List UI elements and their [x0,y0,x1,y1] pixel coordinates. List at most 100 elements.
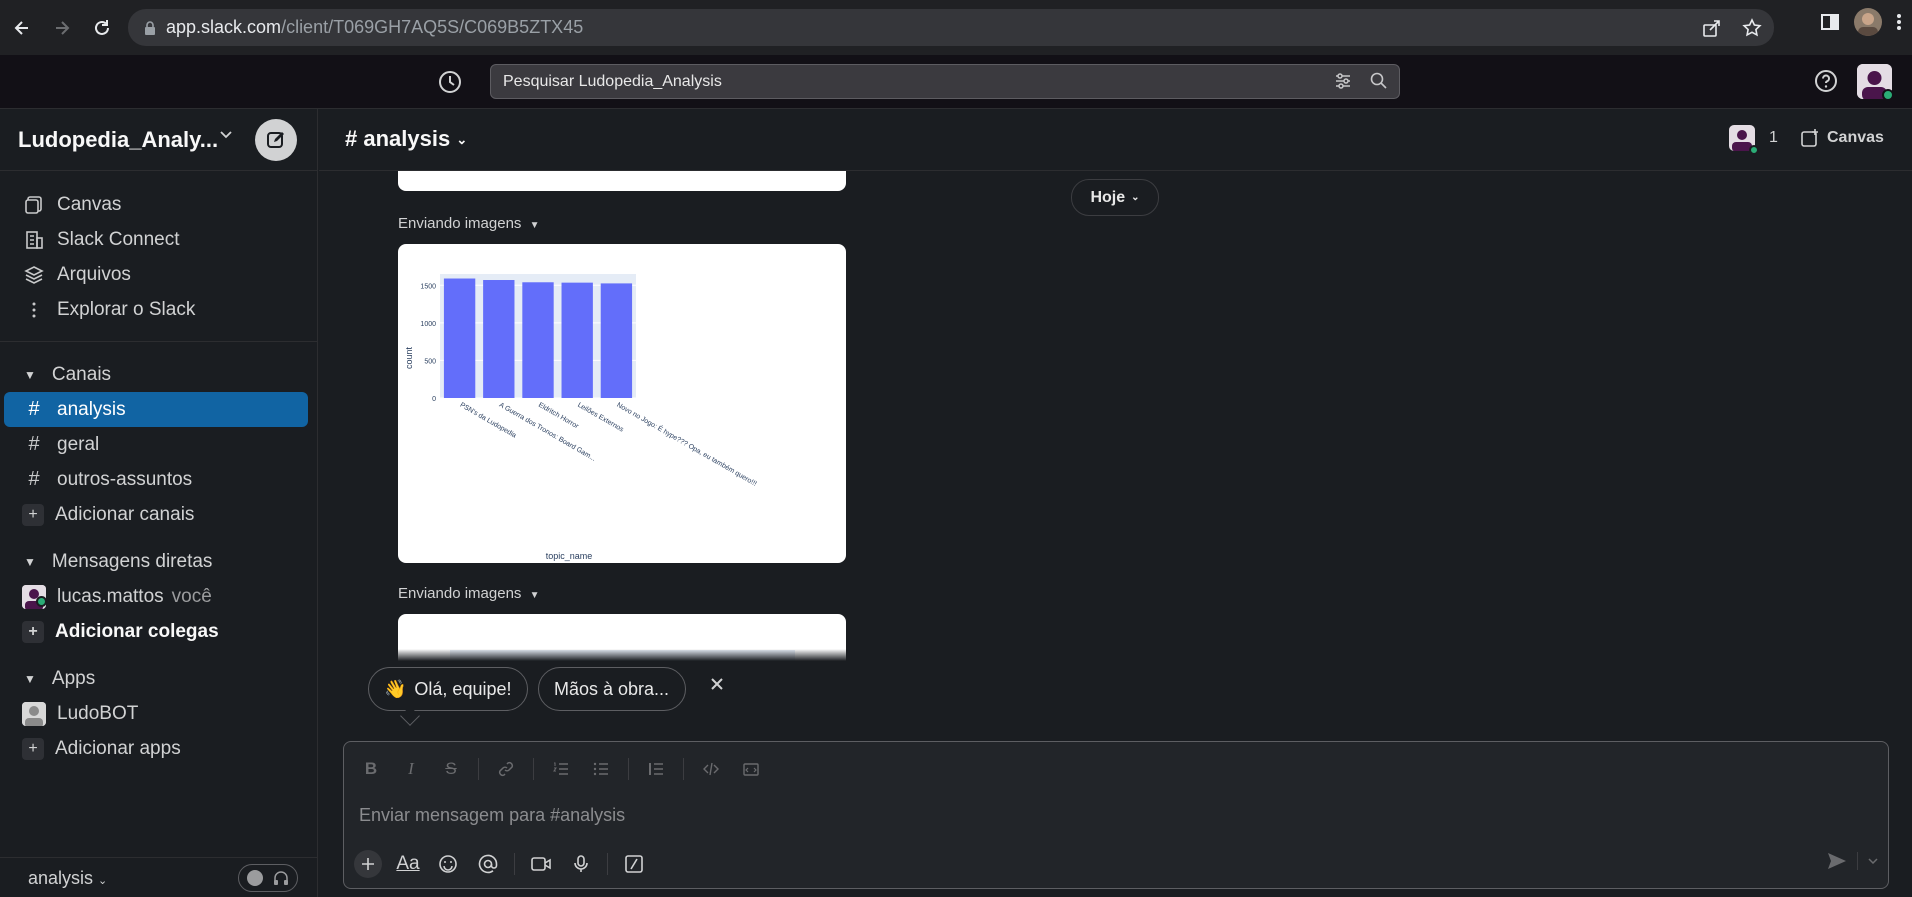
sidebar-item-explore[interactable]: Explorar o Slack [4,292,308,327]
bulleted-list-icon[interactable] [588,756,614,782]
mention-icon[interactable] [474,850,502,878]
section-channels[interactable]: ▼ Canais [4,357,308,392]
address-bar[interactable]: app.slack.com/client/T069GH7AQ5S/C069B5Z… [128,9,1774,46]
bookmark-star-icon[interactable] [1742,17,1762,38]
toolbar-separator [628,758,629,780]
code-icon[interactable] [698,756,724,782]
microphone-icon[interactable] [567,850,595,878]
toolbar-separator [514,853,515,875]
chart-y-ticks: 0 500 1000 1500 [420,283,436,403]
history-icon[interactable] [437,69,463,95]
canvas-button[interactable]: Canvas [1799,127,1884,149]
help-icon[interactable] [1813,68,1839,94]
wave-emoji-icon: 👋 [384,678,407,699]
browser-toolbar: app.slack.com/client/T069GH7AQ5S/C069B5Z… [0,0,1912,55]
sidebar-item-slack-connect[interactable]: Slack Connect [4,222,308,257]
code-block-icon[interactable] [738,756,764,782]
add-colleagues-button[interactable]: + Adicionar colegas [4,614,308,649]
shortcut-slash-icon[interactable] [620,850,648,878]
channel-title[interactable]: # analysis ⌄ [345,126,467,152]
sending-images-label[interactable]: Enviando imagens ▼ [398,215,540,232]
chart-image-attachment[interactable]: 0 500 1000 1500 PSN's da Ludopedia A Guerra … [398,244,846,563]
profile-avatar[interactable] [1854,8,1882,36]
reload-button[interactable] [82,8,122,48]
message-input[interactable]: Enviar mensagem para #analysis [359,805,625,826]
sidebar-item-geral[interactable]: # geral [4,427,308,462]
add-channels-button[interactable]: + Adicionar canais [4,497,308,532]
workspace-header[interactable]: Ludopedia_Analy... [0,109,318,171]
sidebar-divider [0,341,318,342]
sidebar: Ludopedia_Analy... Canvas Slack Connect … [0,109,318,897]
sidebar-item-analysis[interactable]: # analysis [4,392,308,427]
search-input[interactable]: Pesquisar Ludopedia_Analysis [490,64,1400,99]
search-icon[interactable] [1369,71,1389,91]
huddle-toggle[interactable] [238,864,298,892]
headphones-icon [273,870,289,886]
send-icon[interactable] [1827,852,1847,870]
huddle-channel-name[interactable]: analysis ⌄ [28,868,107,889]
chevron-down-icon[interactable] [220,131,232,139]
add-apps-button[interactable]: + Adicionar apps [4,731,308,766]
workspace-name[interactable]: Ludopedia_Analy... [18,127,218,153]
sidebar-item-ludobot[interactable]: LudoBOT [4,696,308,731]
sending-images-label[interactable]: Enviando imagens ▼ [398,585,540,602]
side-panel-icon[interactable] [1820,12,1840,32]
message-list: Hoje ⌄ Enviando imagens ▼ 0 500 1000 1500 P… [319,171,1912,661]
blockquote-icon[interactable] [643,756,669,782]
sidebar-item-canvas[interactable]: Canvas [4,187,308,222]
emoji-icon[interactable] [434,850,462,878]
y-tick-label: 1500 [420,283,436,290]
suggestion-work-button[interactable]: Mãos à obra... [538,667,686,711]
chart-x-ticks: PSN's da LudopediaA Guerra dos Tronos: B… [459,400,759,488]
message-composer[interactable]: B I S Enviar mensagem para #analysis Aa [343,741,1889,889]
suggestion-label: Olá, equipe! [414,678,512,699]
plus-icon: + [22,737,44,760]
chrome-menu-icon[interactable] [1896,12,1902,32]
sidebar-item-dm-lucas[interactable]: lucas.mattos você [4,579,308,614]
sidebar-item-label: Explorar o Slack [57,298,196,320]
sidebar-item-label: analysis [57,398,126,420]
formatting-toolbar: B I S [358,756,764,782]
y-axis-label: count [404,346,414,369]
sidebar-item-outros-assuntos[interactable]: # outros-assuntos [4,462,308,497]
sidebar-item-label: Adicionar canais [55,503,195,525]
link-icon[interactable] [493,756,519,782]
chevron-down-icon[interactable] [1868,858,1878,864]
x-tick-label: Novo no Jogo: É hype??? Opa, eu também q… [615,400,758,488]
forward-button[interactable] [42,8,82,48]
filter-sliders-icon[interactable] [1333,71,1353,91]
suggestion-label: Mãos à obra... [554,678,670,699]
caret-down-icon: ▼ [24,554,36,569]
ordered-list-icon[interactable] [548,756,574,782]
attach-plus-button[interactable] [354,850,382,878]
strikethrough-icon[interactable]: S [438,756,464,782]
sidebar-item-label: outros-assuntos [57,468,193,490]
suggestion-hello-button[interactable]: 👋 Olá, equipe! [368,667,528,711]
compose-button[interactable] [255,119,297,161]
italic-icon[interactable]: I [398,756,424,782]
hash-icon: # [28,468,40,490]
close-icon[interactable] [710,677,724,691]
channel-header: # analysis ⌄ 1 Canvas [319,109,1912,171]
video-icon[interactable] [527,850,555,878]
sidebar-item-label: Adicionar apps [55,737,181,759]
back-button[interactable] [2,8,42,48]
bar [600,283,633,398]
caret-down-icon: ▼ [24,367,36,382]
section-apps[interactable]: ▼ Apps [4,661,308,696]
canvas-label: Canvas [1827,129,1884,146]
text-format-button[interactable]: Aa [394,850,422,878]
url-host: app.slack.com [166,17,282,37]
y-tick-label: 500 [424,358,436,365]
bar [522,282,554,398]
composer-toolbar: Aa [354,850,648,878]
image-attachment-previous[interactable] [398,171,846,191]
share-icon[interactable] [1702,18,1722,38]
bar [443,278,476,398]
bold-icon[interactable]: B [358,756,384,782]
sidebar-item-files[interactable]: Arquivos [4,257,308,292]
date-divider-button[interactable]: Hoje ⌄ [1071,179,1159,216]
toggle-knob [247,870,263,886]
toolbar-separator [1857,852,1858,870]
section-direct-messages[interactable]: ▼ Mensagens diretas [4,544,308,579]
